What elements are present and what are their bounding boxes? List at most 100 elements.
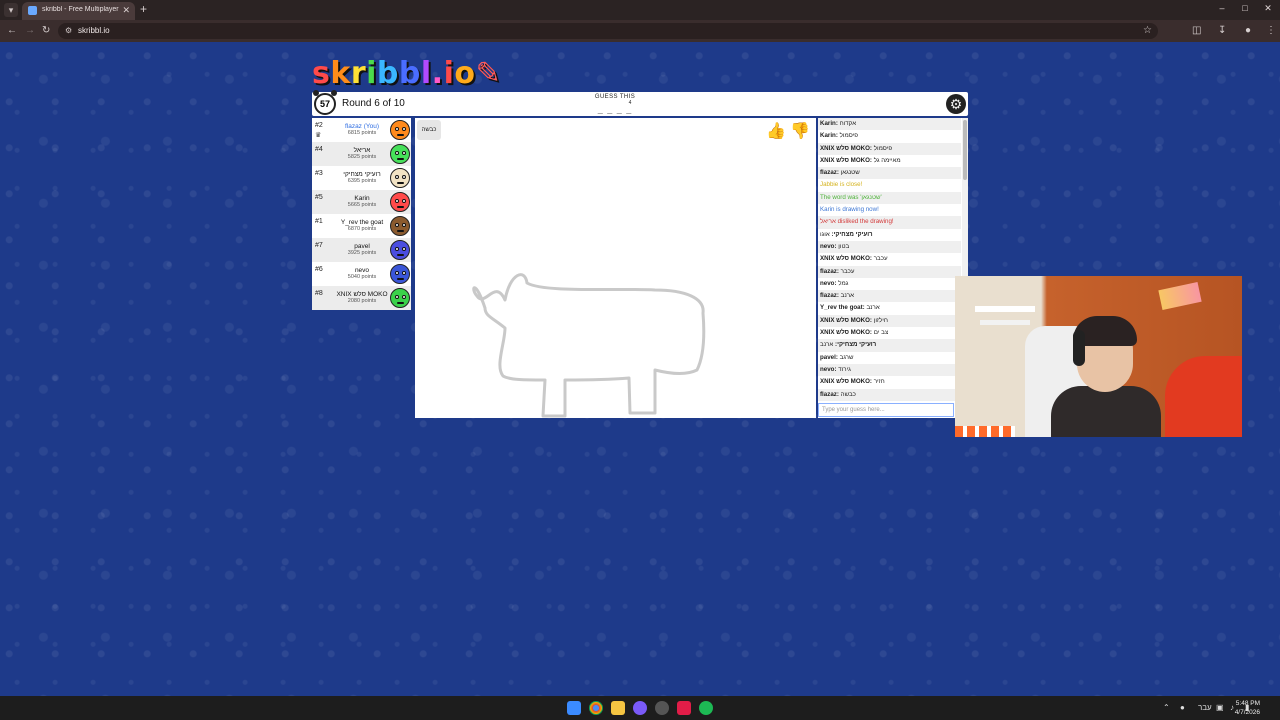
drawing-canvas[interactable]: כבשה 👍 👎	[415, 118, 816, 418]
headphones-icon	[1073, 330, 1085, 366]
chat-text: אקדוח	[837, 120, 857, 127]
close-window-icon[interactable]: ✕	[1258, 3, 1278, 14]
chrome-icon[interactable]	[589, 701, 603, 715]
tiktok-icon[interactable]	[677, 701, 691, 715]
forward-arrow-icon[interactable]: →	[25, 25, 35, 36]
avatar-eye	[402, 271, 406, 275]
player-rank: #4	[315, 146, 323, 153]
url-field[interactable]: ⚙ skribbl.io ☆	[58, 23, 1158, 39]
logo-letter: k	[330, 56, 351, 91]
player-points: 6870 points	[347, 226, 377, 232]
player-row[interactable]: #3 רועיקי מצחיקי 6395 points	[312, 166, 411, 190]
bookmark-star-icon[interactable]: ☆	[1143, 25, 1152, 36]
pencil-icon: ✎	[475, 56, 502, 91]
player-points: 6395 points	[347, 178, 377, 184]
avatar-mouth	[397, 206, 404, 208]
chat-panel: Karin: אקדוח Karin: פיסמול XNIX סלש MOKO: …	[818, 118, 968, 418]
player-points: 6815 points	[347, 130, 377, 136]
new-tab-plus-icon[interactable]: +	[140, 2, 147, 16]
spotify-icon[interactable]	[699, 701, 713, 715]
avatar-eye	[402, 295, 406, 299]
player-avatar	[390, 120, 410, 140]
player-rank: #6	[315, 266, 323, 273]
player-name: Karin	[354, 195, 370, 202]
chat-text: צב ים	[871, 329, 889, 337]
chat-message: flazaz: שטנגאן	[818, 167, 961, 180]
gear-icon[interactable]: ⚙	[946, 94, 966, 114]
reload-icon[interactable]: ↻	[42, 25, 50, 36]
avatar-eye	[402, 223, 406, 227]
volume-icon[interactable]: ♪	[1230, 703, 1234, 712]
logo-letter: r	[350, 56, 367, 91]
chat-text: גירוד	[836, 365, 851, 373]
download-icon[interactable]: ↧	[1218, 25, 1226, 36]
extensions-icon[interactable]: ◫	[1192, 25, 1201, 36]
avatar-mouth	[397, 278, 404, 280]
chat-text: אריאל disliked the drawing!	[820, 218, 894, 226]
obs-icon[interactable]	[655, 701, 669, 715]
avatar-mouth	[397, 230, 404, 232]
tab-close-icon[interactable]: ✕	[122, 5, 130, 16]
minimize-icon[interactable]: –	[1212, 3, 1232, 13]
chat-author: Y_rev the goat:	[820, 304, 865, 312]
chat-text: חילזון	[871, 316, 888, 324]
chat-message: XNIX סלש MOKO: פיסמול	[818, 142, 961, 155]
chat-author: רועיקי מצחיקי:	[831, 230, 873, 238]
avatar-eye	[395, 127, 399, 131]
chat-author: nevo:	[820, 279, 837, 287]
player-row[interactable]: #7 pavel 3925 points	[312, 238, 411, 262]
player-row[interactable]: #4 אריאל 5825 points	[312, 142, 411, 166]
chat-author: nevo:	[820, 242, 837, 250]
player-drawing	[472, 273, 706, 418]
chat-message: XNIX סלש MOKO: צב ים	[818, 327, 961, 339]
chat-author: XNIX סלש MOKO:	[820, 156, 872, 164]
player-row[interactable]: #2 flazaz (You) 6815 points ♛	[312, 118, 411, 142]
tray-chevron-icon[interactable]: ⌃	[1163, 703, 1170, 712]
tab-search-chevron-icon[interactable]: ▾	[4, 3, 18, 17]
chat-scroll-thumb[interactable]	[963, 120, 967, 180]
webcam-overlay	[955, 276, 1242, 437]
site-info-icon[interactable]: ⚙	[65, 26, 72, 35]
avatar-mouth	[397, 134, 404, 136]
chat-text: בטון	[836, 242, 850, 250]
chat-message: רועיקי מצחיקי: ארנב	[818, 339, 961, 352]
tab-title: skribbl - Free Multiplayer Drawi	[42, 6, 120, 13]
clock[interactable]: 5:48 PM 4/7/2026	[1235, 699, 1260, 717]
player-points: 3925 points	[347, 250, 377, 256]
chat-message: flazaz: ארנב	[818, 290, 961, 303]
chat-author: flazaz:	[820, 169, 839, 177]
chat-message: pavel: שרגב	[818, 352, 961, 364]
maximize-icon[interactable]: □	[1235, 3, 1255, 13]
chat-messages: Karin: אקדוח Karin: פיסמול XNIX סלש MOKO: …	[818, 118, 961, 402]
player-row[interactable]: #8 XNIX סלש MOKO 2080 points	[312, 286, 411, 310]
chat-text: Karin is drawing now!	[820, 206, 879, 214]
guess-input[interactable]: Type your guess here...	[818, 403, 954, 417]
back-arrow-icon[interactable]: ←	[7, 25, 17, 36]
avatar-eye	[402, 175, 406, 179]
discord-icon[interactable]	[633, 701, 647, 715]
chat-author: Karin:	[820, 120, 838, 127]
player-row[interactable]: #6 nevo 5040 points	[312, 262, 411, 286]
file-explorer-icon[interactable]	[611, 701, 625, 715]
player-rank: #5	[315, 194, 323, 201]
windows-start-icon[interactable]	[567, 701, 581, 715]
chat-system-message: The word was 'שטנגאן'	[818, 191, 961, 205]
logo-letter: i	[443, 56, 455, 91]
avatar-eye	[395, 295, 399, 299]
player-avatar	[390, 192, 410, 212]
profile-icon[interactable]: ●	[1245, 25, 1251, 36]
webcam-person-body	[1051, 386, 1161, 437]
avatar-eye	[402, 199, 406, 203]
chat-author: XNIX סלש MOKO:	[820, 329, 872, 337]
player-row[interactable]: #1 Y_rev the goat 6870 points	[312, 214, 411, 238]
webcam-led-strip	[955, 426, 1015, 437]
language-indicator[interactable]: עבר	[1198, 703, 1212, 712]
browser-tab[interactable]: skribbl - Free Multiplayer Drawi ✕	[22, 2, 135, 20]
chat-author: רועיקי מצחיקי:	[835, 341, 877, 349]
avatar-mouth	[397, 182, 404, 184]
menu-dots-icon[interactable]: ⋮	[1266, 25, 1276, 36]
display-icon[interactable]: ▣	[1216, 703, 1224, 712]
microphone-icon[interactable]: ●	[1180, 703, 1185, 712]
chat-author: XNIX סלש MOKO:	[820, 316, 872, 324]
player-row[interactable]: #5 Karin 5665 points	[312, 190, 411, 214]
